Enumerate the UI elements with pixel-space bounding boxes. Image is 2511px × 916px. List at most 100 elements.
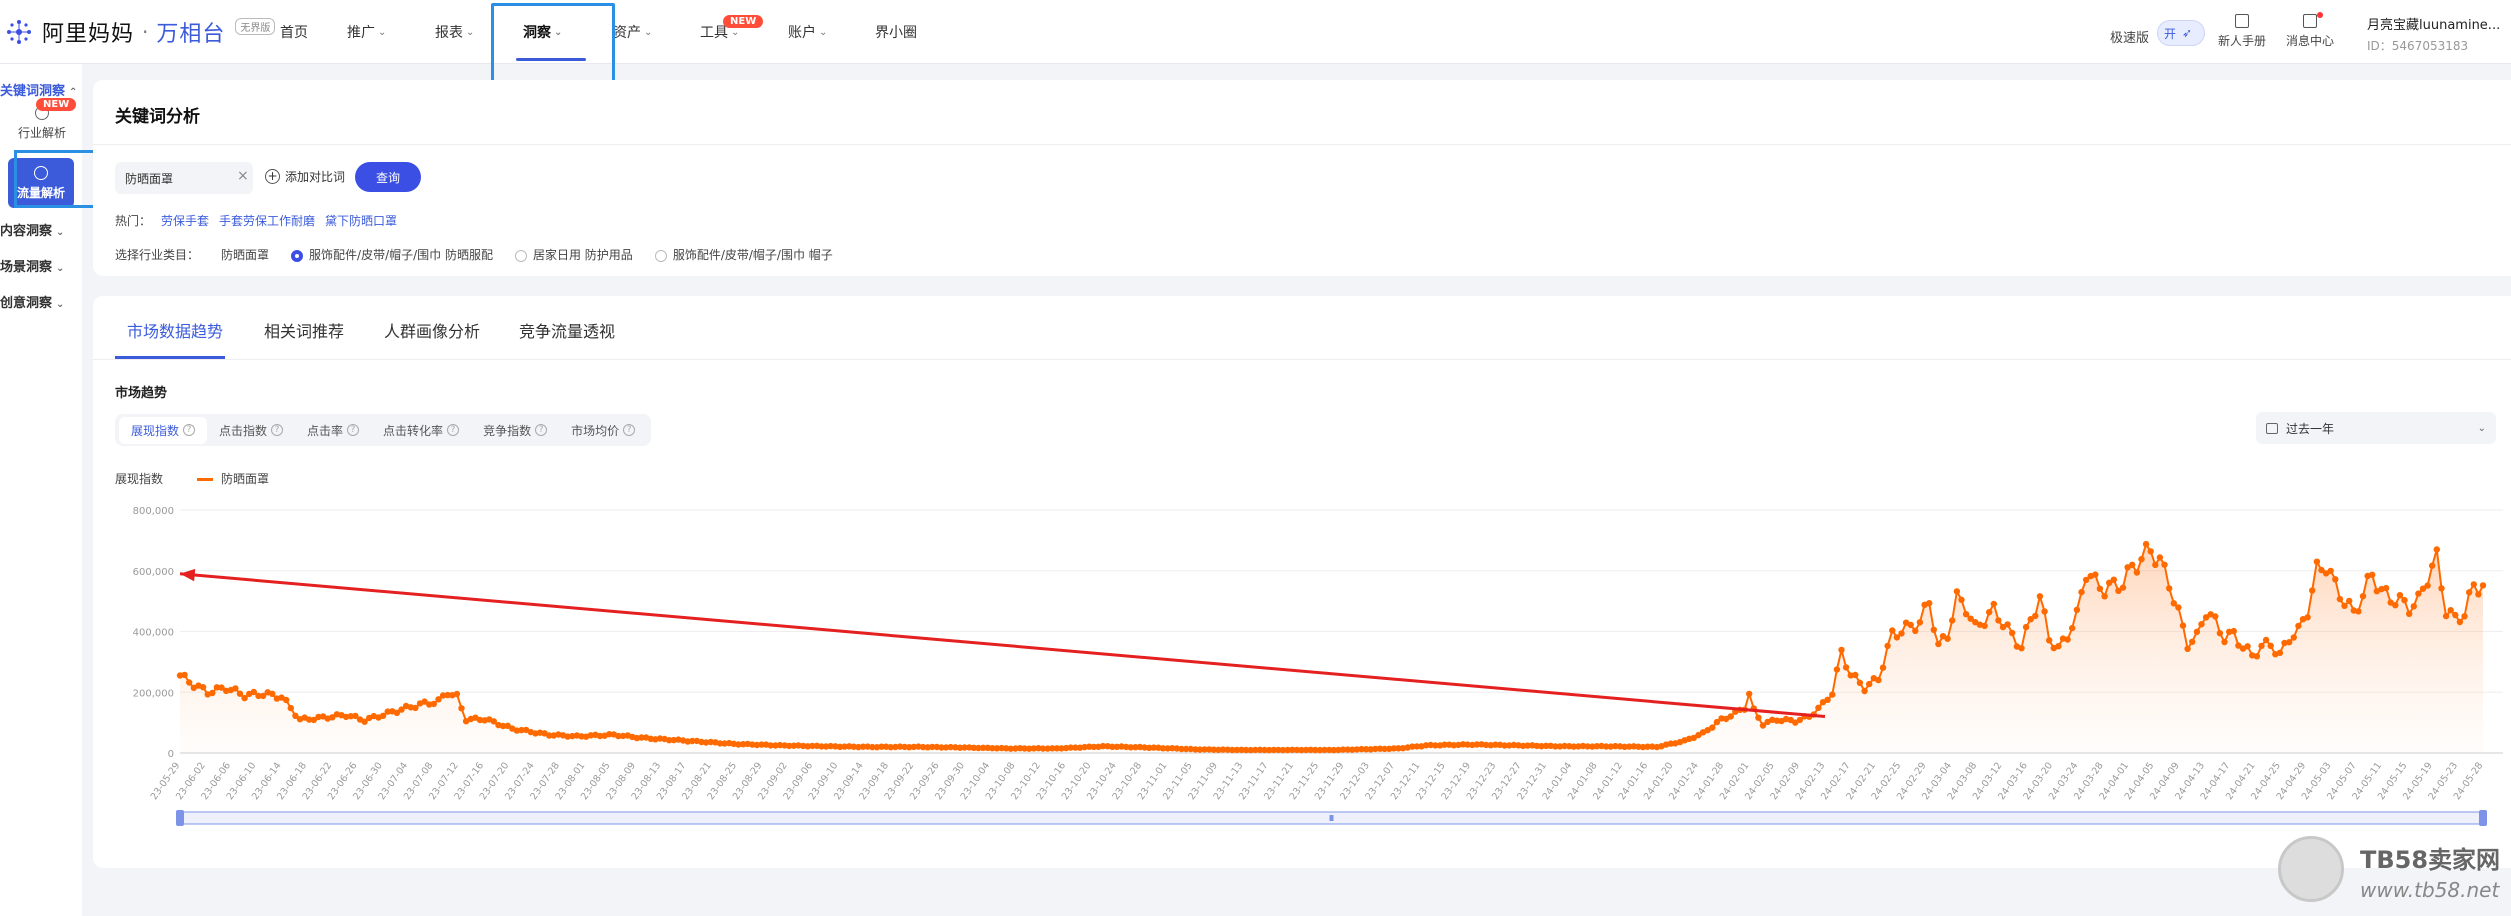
radio-selected-icon [291, 249, 304, 262]
y-tick-label: 0 [168, 749, 174, 760]
data-point [2216, 630, 2224, 637]
data-point [1746, 690, 1753, 698]
data-point [458, 705, 465, 712]
industry-option-label: 服饰配件/皮带/帽子/围巾 帽子 [672, 248, 833, 262]
data-point [2078, 588, 2085, 596]
account-menu[interactable]: 月亮宝藏luunamine... ID：5467053183 [2367, 16, 2500, 56]
data-point [2452, 611, 2459, 619]
data-point [2022, 623, 2030, 631]
nav-reports[interactable]: 报表 ⌄ [435, 22, 474, 42]
data-point [2096, 585, 2104, 592]
data-point [2092, 571, 2099, 578]
data-point [2475, 591, 2482, 598]
message-icon [2303, 14, 2317, 28]
data-point [1875, 676, 1882, 684]
clear-icon[interactable]: × [237, 168, 249, 184]
data-point [2152, 561, 2159, 569]
data-point [269, 690, 276, 697]
data-point [2166, 585, 2173, 592]
trend-chart-svg: 800,000600,000400,000200,000023-05-2923-… [133, 506, 2503, 826]
nav-assets[interactable]: 资产 ⌄ [613, 22, 652, 42]
data-point [2189, 638, 2196, 645]
data-point [2359, 593, 2367, 600]
nav-circle[interactable]: 界小圈 [875, 22, 917, 42]
add-compare-button[interactable]: + 添加对比词 [265, 168, 345, 185]
chevron-down-icon: ⌄ [731, 26, 740, 38]
data-point [1962, 611, 1970, 618]
data-point [2179, 622, 2187, 629]
sidebar-group-keyword[interactable]: 关键词洞察 ⌃ [0, 80, 77, 99]
data-point [1833, 666, 1841, 673]
data-point [2456, 618, 2464, 626]
data-point [2406, 610, 2413, 617]
sidebar-group-content-label: 内容洞察 [0, 224, 53, 239]
nav-circle-label: 界小圈 [875, 25, 917, 41]
chevron-down-icon: ⌄ [378, 26, 387, 38]
messages-button[interactable]: 消息中心 [2286, 14, 2334, 49]
data-point [2392, 602, 2399, 609]
sidebar-group-content[interactable]: 内容洞察 ⌄ [0, 220, 64, 239]
hot-keyword-link[interactable]: 黛下防晒口罩 [325, 212, 397, 229]
data-point [2142, 540, 2150, 548]
data-point [2147, 548, 2154, 555]
data-point [1889, 627, 1896, 634]
data-point [2290, 634, 2297, 641]
industry-option[interactable]: 居家日用 防护用品 [514, 246, 633, 263]
data-point [2327, 567, 2334, 575]
account-name: 月亮宝藏luunamine... [2367, 18, 2501, 33]
chevron-down-icon: ⌄ [56, 299, 65, 310]
sidebar-group-scene[interactable]: 场景洞察 ⌄ [0, 256, 64, 275]
hot-keyword-link[interactable]: 劳保手套 [161, 212, 209, 229]
sidebar-group-creative[interactable]: 创意洞察 ⌄ [0, 292, 64, 311]
data-point [232, 685, 239, 692]
data-point [2401, 597, 2408, 604]
data-point [2212, 613, 2219, 620]
data-point [2129, 561, 2136, 568]
data-point [2198, 621, 2205, 628]
industry-option-label: 服饰配件/皮带/帽子/围巾 防晒服配 [309, 248, 493, 262]
site-watermark: TB58卖家网 www.tb58.net [2268, 830, 2511, 916]
nav-promotion[interactable]: 推广 ⌄ [347, 22, 386, 42]
data-point [1866, 680, 1873, 688]
query-button[interactable]: 查询 [355, 162, 421, 192]
new-guide-button[interactable]: 新人手册 [2218, 14, 2266, 49]
nav-account[interactable]: 账户 ⌄ [788, 22, 827, 42]
chevron-down-icon: ⌄ [644, 26, 653, 38]
data-point [2410, 603, 2417, 610]
data-point [1838, 646, 1845, 654]
data-point [1907, 621, 1914, 629]
trend-arrow-line [179, 572, 1826, 719]
data-point [1861, 687, 1868, 695]
data-point [2230, 627, 2237, 635]
data-point [2424, 582, 2431, 589]
keyword-input[interactable] [115, 162, 253, 194]
brand-logo[interactable]: 阿里妈妈 · 万相台 无界版 [4, 16, 276, 48]
data-point [2309, 587, 2316, 594]
data-point [2110, 576, 2117, 583]
hot-label: 热门： [115, 214, 152, 228]
data-point [1995, 617, 2002, 624]
data-point [2341, 602, 2348, 609]
data-point [2133, 569, 2141, 576]
nav-home-label: 首页 [280, 25, 308, 41]
hot-keyword-link[interactable]: 手套劳保工作耐磨 [219, 212, 315, 229]
data-point [2396, 592, 2404, 599]
radio-icon [654, 249, 667, 262]
nav-home[interactable]: 首页 [280, 22, 308, 42]
rocket-icon: ➶ [2182, 26, 2193, 40]
data-point [1727, 713, 1734, 720]
data-point [2442, 612, 2450, 620]
sidebar-group-keyword-label: 关键词洞察 [0, 84, 66, 99]
industry-option[interactable]: 服饰配件/皮带/帽子/围巾 帽子 [654, 246, 833, 263]
speed-mode-toggle[interactable]: 开 ➶ [2157, 20, 2205, 46]
product-name: 万相台 [156, 22, 226, 47]
data-point [1949, 617, 1956, 624]
industry-option[interactable]: 服饰配件/皮带/帽子/围巾 防晒服配 [291, 246, 493, 263]
data-point [1912, 627, 1919, 634]
sidebar-item-industry[interactable]: NEW 行业解析 [12, 98, 77, 141]
data-point [2119, 584, 2127, 591]
chevron-down-icon: ⌄ [56, 263, 65, 274]
sidebar-group-creative-label: 创意洞察 [0, 296, 53, 311]
nav-promotion-label: 推广 [347, 25, 375, 41]
y-tick-label: 800,000 [133, 506, 174, 517]
